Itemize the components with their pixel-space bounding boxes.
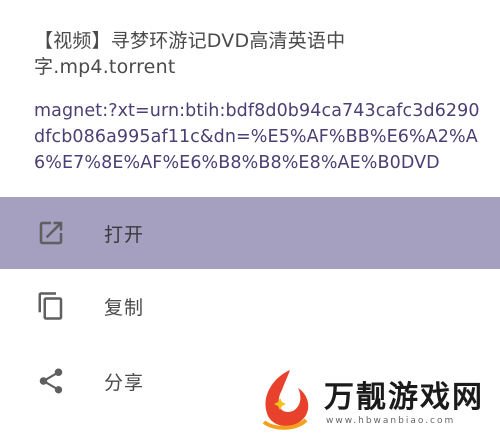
magnet-link: magnet:?xt=urn:btih:bdf8d0b94ca743cafc3d… [34,101,480,173]
bottom-sheet: 【视频】寻梦环游记DVD高清英语中字.mp4.torrent magnet:?x… [0,0,500,434]
menu-item-label: 打开 [104,223,145,246]
watermark-brand: 万靓游戏网 [324,380,484,415]
brand-logo-icon [262,370,309,430]
share-icon [36,366,66,396]
open-in-new-icon [36,218,66,248]
menu-item-label: 分享 [104,371,145,394]
menu-item-copy[interactable]: 复制 [0,270,500,342]
menu-item-label: 复制 [104,296,145,319]
watermark-url: www.hbwanbiao.com [326,416,456,426]
copy-icon [36,291,66,321]
file-title: 【视频】寻梦环游记DVD高清英语中字.mp4.torrent [34,30,346,78]
menu-item-open[interactable]: 打开 [0,197,500,269]
watermark: 万靓游戏网 www.hbwanbiao.com [250,364,500,434]
